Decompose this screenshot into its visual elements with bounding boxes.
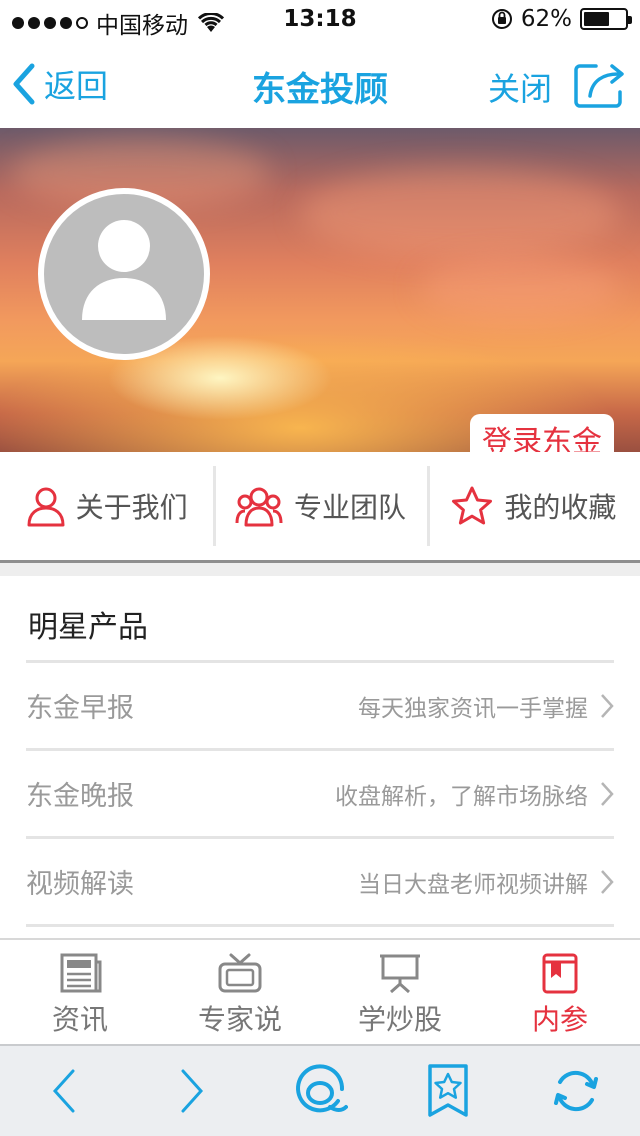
battery-icon — [580, 8, 632, 30]
product-desc: 收盘解析，了解市场脉络 — [335, 783, 588, 810]
chevron-right-icon — [601, 781, 614, 806]
tab-learn[interactable]: 学炒股 — [320, 940, 480, 1044]
bookmark-star-icon — [428, 1064, 468, 1117]
list-item[interactable]: 视频解读 当日大盘老师视频讲解 — [26, 836, 614, 924]
section-divider — [0, 560, 640, 576]
team-icon — [235, 487, 283, 527]
tab-experts[interactable]: 专家说 — [160, 940, 320, 1044]
chevron-right-icon — [601, 693, 614, 718]
status-right: 62% — [491, 6, 632, 32]
tab-learn-label: 学炒股 — [357, 1003, 442, 1036]
tab-experts-label: 专家说 — [197, 1003, 282, 1036]
product-name: 东金晚报 — [26, 781, 134, 812]
tab-insider[interactable]: 内参 — [480, 940, 640, 1044]
section-title: 明星产品 — [28, 610, 148, 645]
chevron-left-icon — [52, 1069, 75, 1113]
product-name: 视频解读 — [26, 869, 134, 900]
tab-bar: 资讯 专家说 学炒股 内参 — [0, 938, 640, 1044]
close-button[interactable]: 关闭 — [488, 64, 552, 110]
browser-logo-icon — [296, 1064, 348, 1113]
product-desc-wrap: 收盘解析，了解市场脉络 — [335, 777, 614, 811]
tv-icon — [218, 953, 262, 993]
favorites-label: 我的收藏 — [504, 491, 617, 524]
product-list: 东金早报 每天独家资讯一手掌握 东金晚报 收盘解析，了解市场脉络 视频解读 当日… — [26, 660, 614, 927]
avatar[interactable] — [38, 188, 210, 360]
login-button[interactable]: 登录东金 — [470, 414, 614, 452]
browser-bookmarks-button[interactable] — [413, 1056, 483, 1126]
person-icon — [27, 487, 65, 527]
bookmark-book-icon — [542, 953, 578, 994]
product-desc-wrap: 当日大盘老师视频讲解 — [358, 865, 614, 899]
list-item[interactable]: 东金晚报 收盘解析，了解市场脉络 — [26, 748, 614, 836]
tab-insider-label: 内参 — [531, 1003, 588, 1036]
tab-news-label: 资讯 — [51, 1003, 108, 1036]
product-desc: 当日大盘老师视频讲解 — [358, 871, 588, 898]
share-icon[interactable] — [572, 60, 628, 110]
tab-news[interactable]: 资讯 — [0, 940, 160, 1044]
team-button[interactable]: 专业团队 — [213, 452, 426, 560]
browser-back-button[interactable] — [29, 1056, 99, 1126]
newspaper-icon — [60, 953, 102, 993]
list-divider — [26, 924, 614, 927]
team-label: 专业团队 — [293, 491, 406, 524]
product-desc-wrap: 每天独家资讯一手掌握 — [358, 689, 614, 723]
profile-header-banner: 登录东金 — [0, 128, 640, 452]
browser-toolbar — [0, 1044, 640, 1136]
navigation-bar: 返回 东金投顾 关闭 — [0, 40, 640, 128]
product-desc: 每天独家资讯一手掌握 — [358, 695, 588, 722]
rotation-lock-icon — [491, 9, 512, 29]
presentation-icon — [380, 954, 420, 994]
default-user-icon — [82, 220, 166, 320]
browser-forward-button[interactable] — [157, 1056, 227, 1126]
battery-percent: 62% — [520, 6, 572, 32]
star-icon — [452, 486, 493, 525]
browser-home-button[interactable] — [285, 1056, 355, 1126]
favorites-button[interactable]: 我的收藏 — [426, 452, 640, 560]
status-bar: 中国移动 13:18 62% — [0, 0, 640, 40]
quick-menu: 关于我们 专业团队 我的收藏 — [0, 452, 640, 560]
about-us-label: 关于我们 — [75, 491, 188, 524]
refresh-icon — [554, 1070, 598, 1112]
product-name: 东金早报 — [26, 693, 134, 724]
browser-refresh-button[interactable] — [541, 1056, 611, 1126]
chevron-right-icon — [181, 1069, 204, 1113]
chevron-right-icon — [601, 869, 614, 894]
list-item[interactable]: 东金早报 每天独家资讯一手掌握 — [26, 660, 614, 748]
about-us-button[interactable]: 关于我们 — [0, 452, 213, 560]
